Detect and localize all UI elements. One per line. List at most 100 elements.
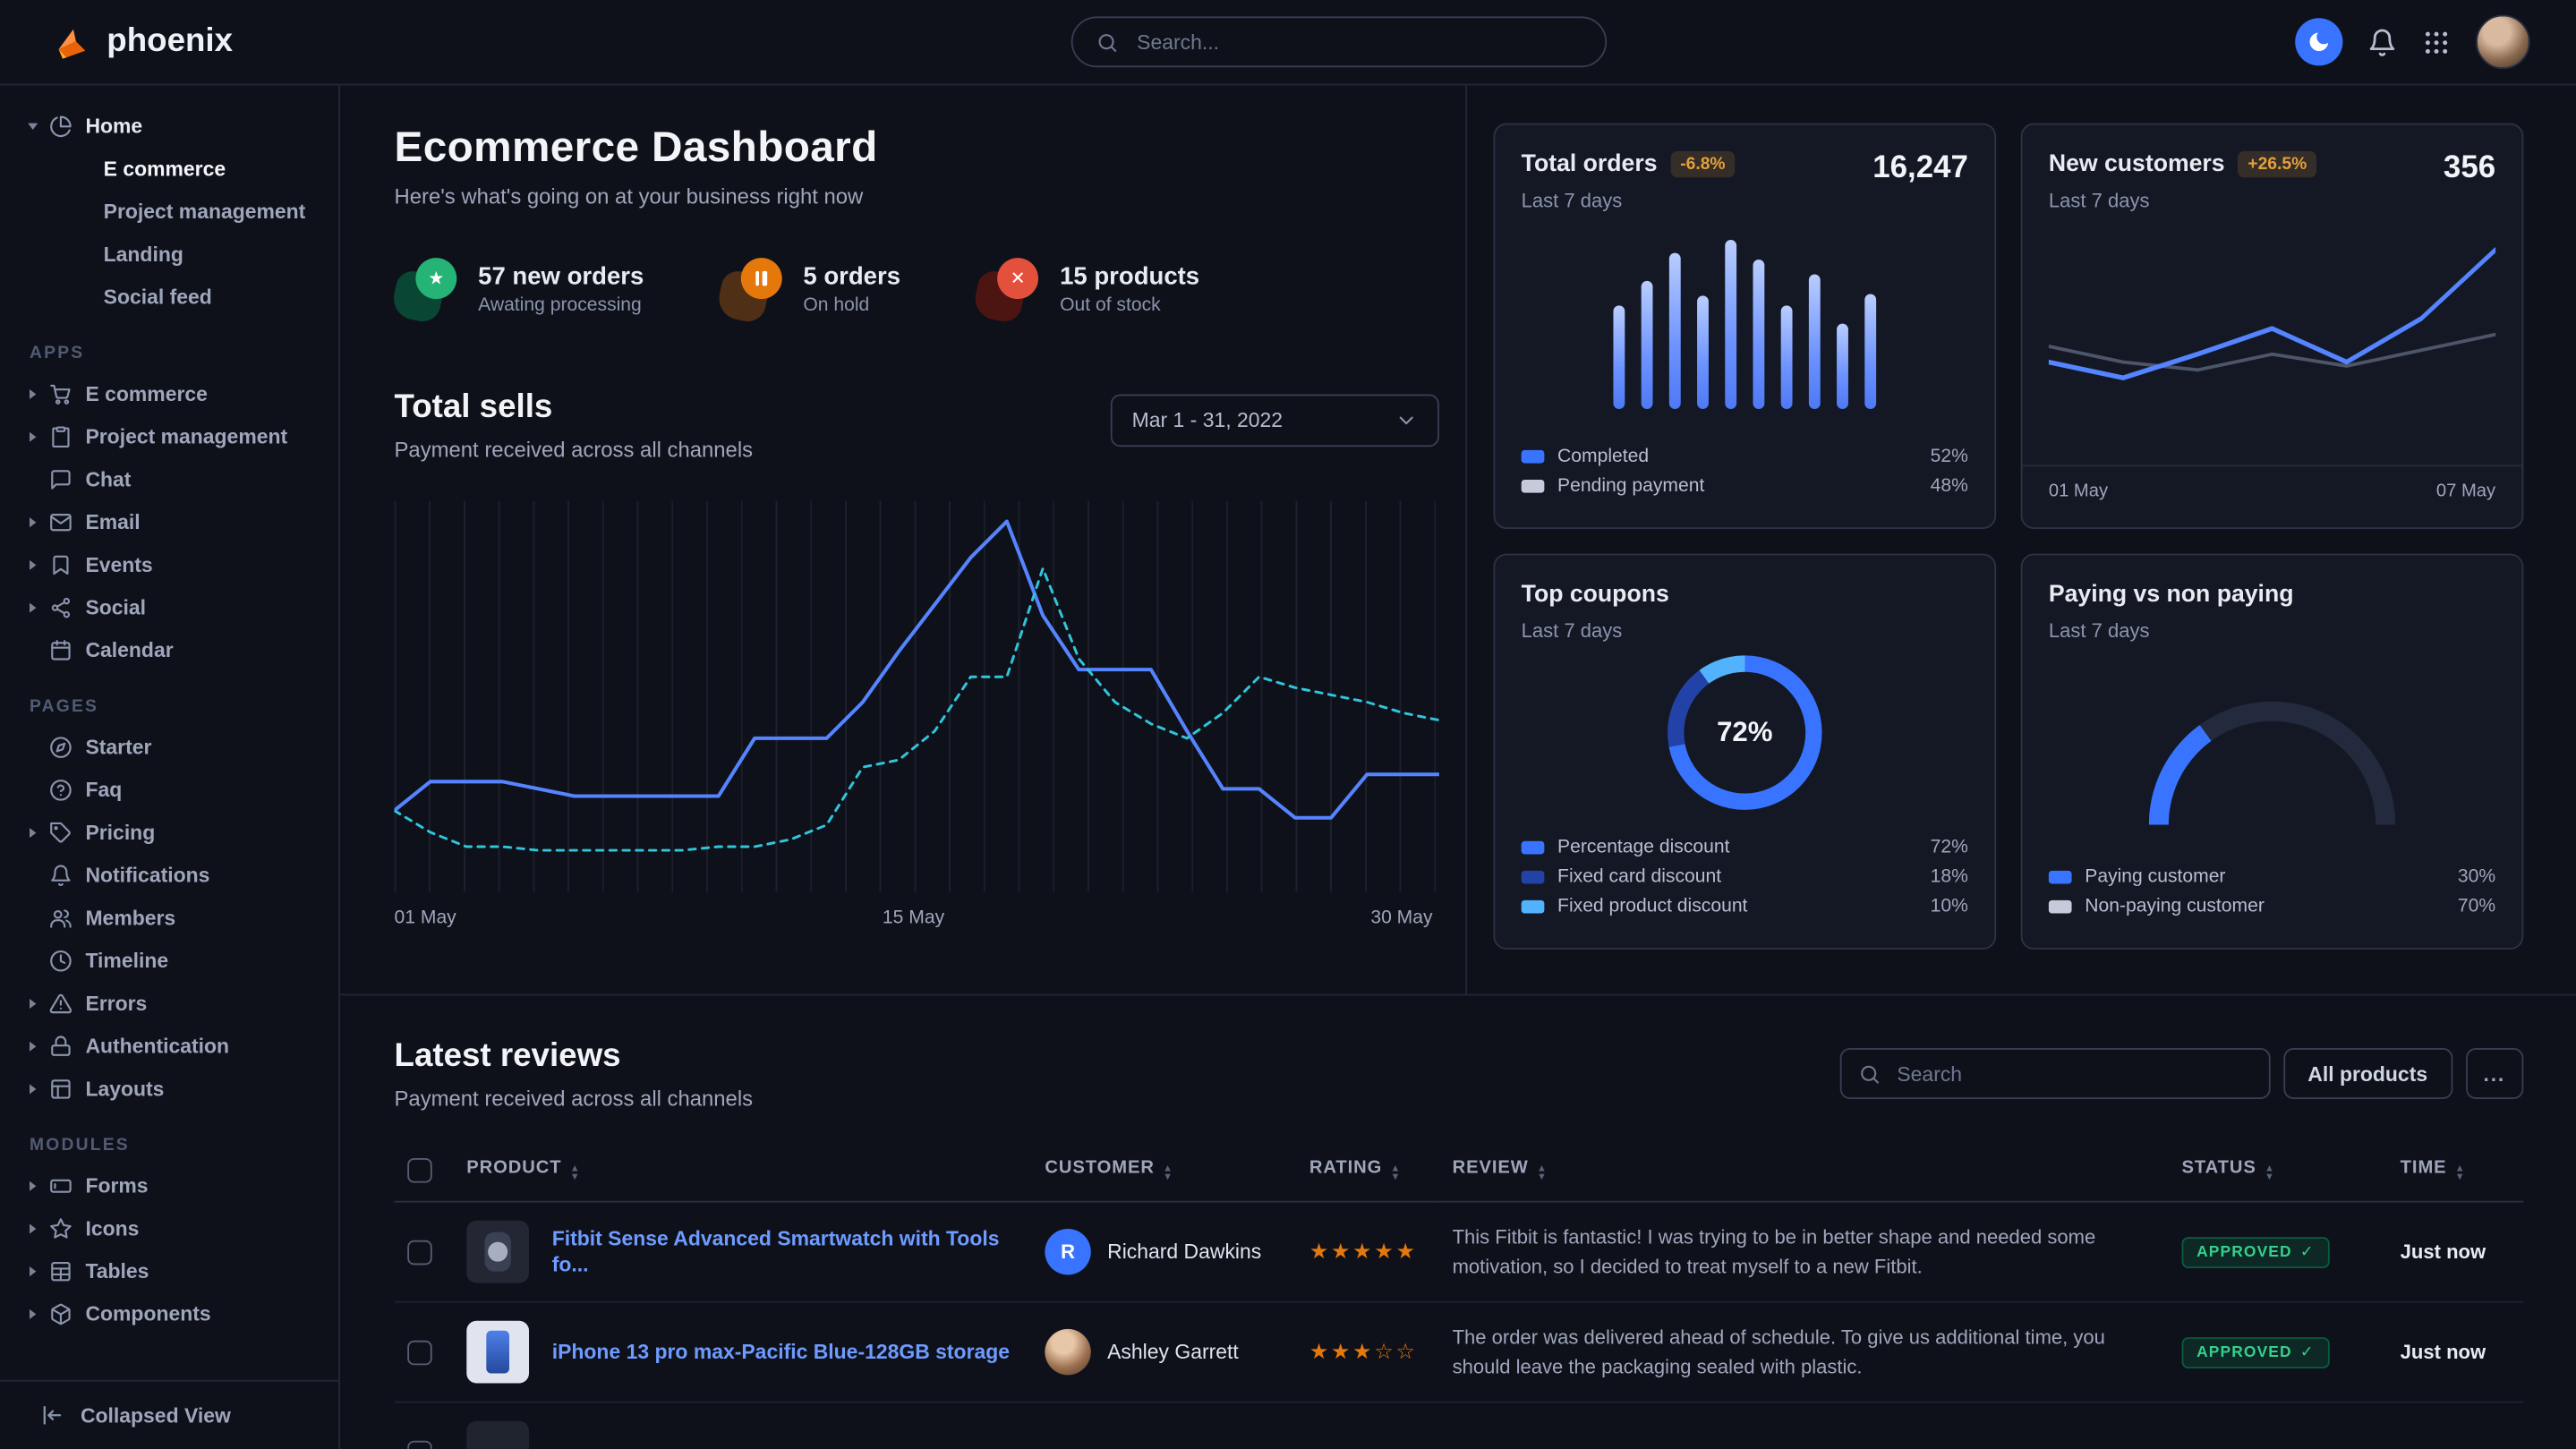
column-header-review[interactable]: REVIEW▲▼ bbox=[1439, 1140, 2169, 1202]
box-icon bbox=[49, 1303, 73, 1326]
donut-center-label: 72% bbox=[1668, 655, 1822, 810]
sidebar-item-label: Email bbox=[85, 511, 140, 534]
sidebar-item-label: Timeline bbox=[85, 950, 168, 973]
sidebar-item-social-feed[interactable]: Social feed bbox=[30, 276, 325, 319]
sidebar-item-components[interactable]: Components bbox=[30, 1293, 325, 1336]
table-body: Fitbit Sense Advanced Smartwatch with To… bbox=[395, 1202, 2524, 1449]
status-badge: APPROVED✓ bbox=[2182, 1337, 2330, 1368]
sidebar-item-starter[interactable]: Starter bbox=[30, 726, 325, 769]
more-options-button[interactable]: ... bbox=[2465, 1048, 2523, 1099]
sidebar-item-calendar[interactable]: Calendar bbox=[30, 629, 325, 672]
sidebar-item-authentication[interactable]: Authentication bbox=[30, 1025, 325, 1068]
row-checkbox[interactable] bbox=[407, 1240, 432, 1265]
sidebar-item-label: Project management bbox=[85, 425, 287, 448]
column-header-time[interactable]: TIME▲▼ bbox=[2387, 1140, 2523, 1202]
caret-right-icon bbox=[30, 560, 36, 570]
brand[interactable]: phoenix bbox=[49, 21, 233, 64]
column-header-customer[interactable]: CUSTOMER▲▼ bbox=[1032, 1140, 1297, 1202]
sidebar-item-members[interactable]: Members bbox=[30, 897, 325, 940]
column-header-status[interactable]: STATUS▲▼ bbox=[2169, 1140, 2387, 1202]
sidebar-item-layouts[interactable]: Layouts bbox=[30, 1068, 325, 1111]
new-customers-card: New customers +26.5% Last 7 days 356 01 bbox=[2021, 124, 2524, 529]
customer-cell: Ashley Garrett bbox=[1032, 1302, 1297, 1402]
sidebar-item-project-management[interactable]: Project management bbox=[30, 415, 325, 458]
chat-icon bbox=[49, 468, 73, 491]
x-axis-label: 07 May bbox=[2436, 482, 2495, 501]
sidebar-item-project-management[interactable]: Project management bbox=[30, 191, 325, 234]
column-header-label: RATING bbox=[1309, 1158, 1382, 1178]
theme-toggle-button[interactable] bbox=[2295, 18, 2342, 65]
sidebar-section-pages: PAGES bbox=[30, 696, 325, 716]
brand-name: phoenix bbox=[107, 23, 233, 61]
reviews-search-input[interactable] bbox=[1894, 1061, 2252, 1087]
date-range-value: Mar 1 - 31, 2022 bbox=[1132, 409, 1283, 432]
row-checkbox[interactable] bbox=[407, 1440, 432, 1449]
sidebar-item-email[interactable]: Email bbox=[30, 501, 325, 544]
new-customers-badge: +26.5% bbox=[2238, 151, 2316, 177]
column-header-label: PRODUCT bbox=[466, 1158, 561, 1178]
select-all-checkbox[interactable] bbox=[407, 1158, 432, 1183]
page-subtitle: Here's what's going on at your business … bbox=[395, 184, 1439, 209]
sidebar-item-errors[interactable]: Errors bbox=[30, 983, 325, 1026]
status-label: APPROVED bbox=[2196, 1243, 2292, 1261]
sidebar-item-e-commerce[interactable]: E commerce bbox=[30, 373, 325, 416]
review-cell: This Fitbit is fantastic! I was trying t… bbox=[1439, 1202, 2169, 1302]
card-heading: Top coupons Last 7 days bbox=[1522, 582, 1669, 643]
form-icon bbox=[49, 1174, 73, 1198]
sidebar-item-forms[interactable]: Forms bbox=[30, 1164, 325, 1207]
clipboard-icon bbox=[49, 425, 73, 448]
order-stats: ★57 new ordersAwating processing5 orders… bbox=[395, 258, 1439, 320]
sort-icon: ▲▼ bbox=[2265, 1166, 2275, 1182]
sidebar-item-label: Faq bbox=[85, 779, 122, 802]
latest-reviews-header: Latest reviews Payment received across a… bbox=[395, 1038, 2524, 1111]
help-icon bbox=[49, 779, 73, 802]
sidebar-item-label: Home bbox=[85, 115, 142, 138]
apps-grid-icon[interactable] bbox=[2422, 27, 2452, 56]
sidebar-item-notifications[interactable]: Notifications bbox=[30, 854, 325, 897]
collapsed-view-toggle[interactable]: Collapsed View bbox=[0, 1380, 338, 1449]
pause-icon bbox=[720, 258, 782, 320]
global-search-input[interactable] bbox=[1133, 29, 1582, 55]
sidebar-item-home[interactable]: Home bbox=[30, 105, 325, 148]
bar bbox=[1725, 241, 1736, 409]
share-icon bbox=[49, 596, 73, 619]
pie-chart-icon bbox=[49, 115, 73, 138]
top-coupons-title: Top coupons bbox=[1522, 582, 1669, 608]
paying-title: Paying vs non paying bbox=[2049, 582, 2294, 608]
sidebar-item-icons[interactable]: Icons bbox=[30, 1207, 325, 1250]
sidebar-item-social[interactable]: Social bbox=[30, 586, 325, 629]
moon-icon bbox=[2307, 30, 2332, 55]
star-icon bbox=[49, 1217, 73, 1240]
dashboard-right-column: Total orders -6.8% Last 7 days 16,247 Co… bbox=[1467, 85, 2576, 993]
sidebar-item-faq[interactable]: Faq bbox=[30, 769, 325, 812]
sidebar-item-label: Chat bbox=[85, 468, 131, 491]
product-link[interactable]: Fitbit Sense Advanced Smartwatch with To… bbox=[552, 1225, 1019, 1279]
user-avatar[interactable] bbox=[2476, 15, 2530, 70]
sidebar-item-label: Components bbox=[85, 1303, 210, 1326]
star-icon: ★ bbox=[395, 258, 457, 320]
caret-right-icon bbox=[30, 389, 36, 399]
all-products-button[interactable]: All products bbox=[2283, 1048, 2452, 1099]
sort-icon: ▲▼ bbox=[2455, 1166, 2466, 1182]
status-cell: APPROVED✓ bbox=[2169, 1202, 2387, 1302]
date-range-select[interactable]: Mar 1 - 31, 2022 bbox=[1111, 395, 1439, 447]
sidebar-item-tables[interactable]: Tables bbox=[30, 1250, 325, 1293]
sidebar-item-pricing[interactable]: Pricing bbox=[30, 812, 325, 855]
stat-out-of-stock: ✕15 productsOut of stock bbox=[976, 258, 1199, 320]
sidebar-item-landing[interactable]: Landing bbox=[30, 234, 325, 277]
column-header-label: REVIEW bbox=[1453, 1158, 1529, 1178]
row-checkbox[interactable] bbox=[407, 1340, 432, 1365]
sidebar-item-timeline[interactable]: Timeline bbox=[30, 940, 325, 983]
sidebar-item-chat[interactable]: Chat bbox=[30, 458, 325, 501]
column-header-product[interactable]: PRODUCT▲▼ bbox=[454, 1140, 1032, 1202]
search-icon bbox=[1857, 1062, 1881, 1086]
top-coupons-card: Top coupons Last 7 days 72% Percentage d… bbox=[1493, 554, 1996, 950]
sidebar-item-events[interactable]: Events bbox=[30, 544, 325, 587]
notifications-bell-icon[interactable] bbox=[2367, 27, 2397, 56]
product-link[interactable]: iPhone 13 pro max-Pacific Blue-128GB sto… bbox=[552, 1339, 1010, 1366]
sort-icon: ▲▼ bbox=[1390, 1166, 1401, 1182]
column-header-rating[interactable]: RATING ▲▼ bbox=[1296, 1140, 1439, 1202]
gauge bbox=[2149, 702, 2395, 826]
sidebar-item-e-commerce[interactable]: E commerce bbox=[30, 148, 325, 191]
table-header-row: PRODUCT▲▼CUSTOMER▲▼RATING▲▼REVIEW▲▼STATU… bbox=[395, 1140, 2524, 1202]
